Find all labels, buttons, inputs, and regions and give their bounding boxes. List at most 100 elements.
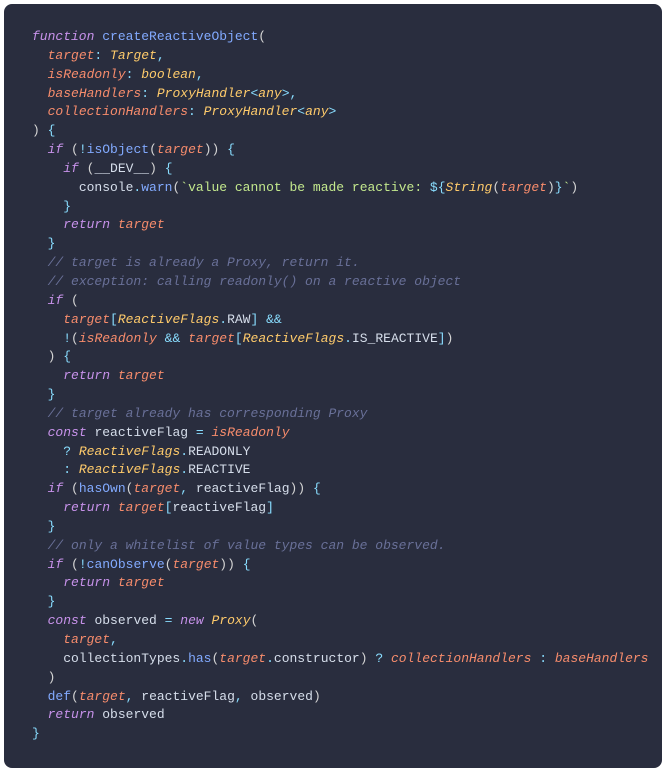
type: any	[305, 104, 328, 119]
template: }	[555, 180, 563, 195]
operator: :	[539, 651, 547, 666]
bracket: [	[110, 312, 118, 327]
keyword: const	[48, 613, 87, 628]
line: collectionHandlers: ProxyHandler<any>	[32, 104, 336, 119]
param: target	[48, 48, 95, 63]
function-call: canObserve	[87, 557, 165, 572]
type: any	[258, 86, 281, 101]
identifier: __DEV__	[94, 161, 149, 176]
line: }	[32, 519, 55, 534]
brace: }	[32, 726, 40, 741]
paren: )	[219, 557, 227, 572]
identifier: baseHandlers	[555, 651, 649, 666]
keyword: if	[63, 161, 79, 176]
brace: }	[48, 387, 56, 402]
keyword: return	[63, 500, 110, 515]
property: RAW	[227, 312, 250, 327]
line: target,	[32, 632, 118, 647]
colon: :	[126, 67, 134, 82]
line: return observed	[32, 707, 165, 722]
operator: !	[79, 142, 87, 157]
param: isReadonly	[48, 67, 126, 82]
comment: // exception: calling readonly() on a re…	[48, 274, 461, 289]
comma: ,	[180, 481, 188, 496]
colon: :	[188, 104, 196, 119]
type: Target	[110, 48, 157, 63]
line: isReadonly: boolean,	[32, 67, 204, 82]
paren: (	[71, 689, 79, 704]
operator: !	[79, 557, 87, 572]
bracket: ]	[266, 500, 274, 515]
type: ReactiveFlags	[79, 462, 180, 477]
line: }	[32, 726, 40, 741]
line: }	[32, 387, 55, 402]
keyword: return	[63, 368, 110, 383]
identifier: target	[118, 500, 165, 515]
method: warn	[141, 180, 172, 195]
line: ? ReactiveFlags.READONLY	[32, 444, 251, 459]
type: boolean	[141, 67, 196, 82]
identifier: target	[118, 575, 165, 590]
paren: )	[446, 331, 454, 346]
paren: )	[313, 689, 321, 704]
arg: target	[500, 180, 547, 195]
identifier: target	[188, 331, 235, 346]
property: READONLY	[188, 444, 250, 459]
line: if (hasOwn(target, reactiveFlag)) {	[32, 481, 321, 496]
param: collectionHandlers	[48, 104, 188, 119]
line: target[ReactiveFlags.RAW] &&	[32, 312, 282, 327]
operator: ?	[375, 651, 383, 666]
line: console.warn(`value cannot be made react…	[32, 180, 578, 195]
brace: {	[313, 481, 321, 496]
paren: )	[360, 651, 368, 666]
line: }	[32, 199, 71, 214]
colon: :	[94, 48, 102, 63]
arg: reactiveFlag	[141, 689, 235, 704]
method: has	[188, 651, 211, 666]
function-call: def	[48, 689, 71, 704]
bracket: [	[235, 331, 243, 346]
line: baseHandlers: ProxyHandler<any>,	[32, 86, 297, 101]
angle: >	[282, 86, 290, 101]
keyword: function	[32, 29, 94, 44]
line: // only a whitelist of value types can b…	[32, 538, 445, 553]
paren: )	[547, 180, 555, 195]
paren: )	[570, 180, 578, 195]
keyword: if	[48, 142, 64, 157]
arg: target	[172, 557, 219, 572]
comment: // target already has corresponding Prox…	[48, 406, 368, 421]
line: target: Target,	[32, 48, 165, 63]
template: ${	[430, 180, 446, 195]
line: return target	[32, 368, 165, 383]
line: const reactiveFlag = isReadonly	[32, 425, 290, 440]
brace: {	[243, 557, 251, 572]
paren: )	[48, 349, 56, 364]
comma: ,	[235, 689, 243, 704]
line: : ReactiveFlags.REACTIVE	[32, 462, 251, 477]
operator: ?	[63, 444, 71, 459]
brace: {	[227, 142, 235, 157]
keyword: return	[63, 575, 110, 590]
class: Proxy	[212, 613, 251, 628]
paren: )	[227, 557, 235, 572]
brace: {	[48, 123, 56, 138]
paren: (	[258, 29, 266, 44]
comment: // target is already a Proxy, return it.	[48, 255, 360, 270]
comma: ,	[290, 86, 298, 101]
identifier: target	[63, 312, 110, 327]
paren: (	[71, 293, 79, 308]
brace: }	[63, 199, 71, 214]
line: if (!canObserve(target)) {	[32, 557, 251, 572]
keyword: return	[48, 707, 95, 722]
line: }	[32, 594, 55, 609]
line: )	[32, 670, 55, 685]
identifier: reactiveFlag	[172, 500, 266, 515]
identifier: reactiveFlag	[94, 425, 188, 440]
comma: ,	[126, 689, 134, 704]
arg: target	[63, 632, 110, 647]
property: constructor	[274, 651, 360, 666]
line: return target	[32, 575, 165, 590]
angle: >	[329, 104, 337, 119]
arg: reactiveFlag	[196, 481, 290, 496]
line: }	[32, 236, 55, 251]
